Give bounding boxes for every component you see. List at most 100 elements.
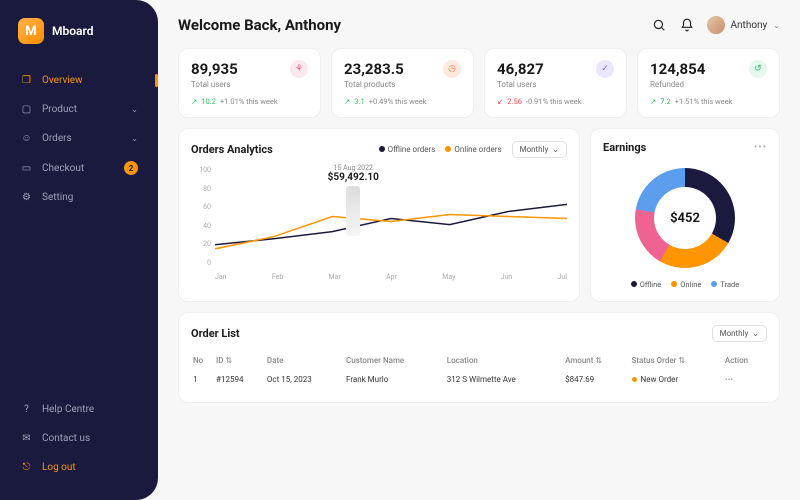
cell-date: Oct 15, 2023 (265, 369, 344, 390)
col-action[interactable]: Action (723, 352, 767, 369)
legend-online: Online orders (445, 145, 501, 154)
stat-label: Total users (191, 80, 238, 89)
sidebar-item-label: Help Centre (42, 404, 94, 415)
earnings-title: Earnings (603, 141, 646, 154)
trend-up-icon: ↗ (344, 97, 350, 106)
sidebar-item-logout[interactable]: ⎋ Log out (8, 453, 150, 482)
col-date[interactable]: Date (265, 352, 344, 369)
users-icon: ⚘ (290, 60, 308, 78)
charts-row: Orders Analytics Offline orders Online o… (178, 128, 780, 302)
user-menu[interactable]: Anthony ⌄ (707, 16, 781, 34)
box-icon: ▢ (20, 103, 33, 116)
trend-up-icon: ↗ (191, 97, 197, 106)
trend-text: -0.91% this week (526, 97, 582, 106)
sidebar-item-label: Checkout (42, 163, 84, 174)
chevron-down-icon: ⌄ (752, 329, 759, 338)
col-no[interactable]: No (191, 352, 214, 369)
sidebar-nav: ❒ Overview ▢ Product ⌄ ☺ Orders ⌄ ▭ Chec… (0, 66, 158, 395)
col-status[interactable]: Status Order ⇅ (630, 352, 723, 369)
sidebar-item-checkout[interactable]: ▭ Checkout 2 (8, 153, 150, 183)
page-title: Welcome Back, Anthony (178, 16, 341, 34)
help-icon: ? (20, 403, 33, 416)
donut-legend: Offline Online Trade (631, 280, 739, 289)
col-location[interactable]: Location (445, 352, 563, 369)
trend-text: +1.01% this week (220, 97, 278, 106)
stat-value: 89,935 (191, 60, 238, 78)
stat-card-users[interactable]: 89,935 Total users ⚘ ↗ 10.2 +1.01% this … (178, 48, 321, 118)
chart-icon: ❒ (20, 74, 33, 87)
trend-value: 3.1 (354, 97, 364, 106)
sidebar-bottom: ? Help Centre ✉ Contact us ⎋ Log out (0, 395, 158, 482)
chart-legend: Offline orders Online orders Monthly⌄ (379, 141, 567, 158)
line-chart[interactable]: 15 Aug 2022 $59,492.10 (215, 166, 567, 267)
sidebar-item-label: Log out (42, 462, 76, 473)
donut-chart[interactable]: $452 (635, 168, 735, 268)
stat-value: 46,827 (497, 60, 544, 78)
legend-offline: Offline orders (379, 145, 436, 154)
tooltip-value: $59,492.10 (328, 172, 379, 183)
more-icon[interactable]: ••• (754, 142, 767, 153)
brand-logo[interactable]: M Mboard (0, 18, 158, 66)
table-header-row: No ID ⇅ Date Customer Name Location Amou… (191, 352, 767, 369)
order-period-dropdown[interactable]: Monthly⌄ (712, 325, 767, 342)
trend-value: 2.56 (507, 97, 522, 106)
bell-icon[interactable] (679, 17, 695, 33)
sidebar-item-orders[interactable]: ☺ Orders ⌄ (8, 124, 150, 153)
sidebar-item-setting[interactable]: ⚙ Setting (8, 183, 150, 212)
chart-tooltip: 15 Aug 2022 $59,492.10 (328, 164, 379, 236)
stat-value: 124,854 (650, 60, 705, 78)
x-axis: JanFebMarAprMayJunJul (215, 273, 567, 281)
y-axis: 100806040200 (191, 166, 211, 267)
table-row[interactable]: 1 #12594 Oct 15, 2023 Frank Murlo 312 S … (191, 369, 767, 390)
products-icon: ◷ (443, 60, 461, 78)
stats-grid: 89,935 Total users ⚘ ↗ 10.2 +1.01% this … (178, 48, 780, 118)
chevron-down-icon: ⌄ (131, 105, 138, 114)
stat-label: Total users (497, 80, 544, 89)
gear-icon: ⚙ (20, 191, 33, 204)
cell-status: New Order (630, 369, 723, 390)
cell-action[interactable]: ••• (723, 369, 767, 390)
topbar-actions: Anthony ⌄ (651, 16, 781, 34)
sidebar-item-product[interactable]: ▢ Product ⌄ (8, 95, 150, 124)
trend-down-icon: ↙ (497, 97, 503, 106)
avatar (707, 16, 725, 34)
stat-value: 23,283.5 (344, 60, 404, 78)
orders-analytics-card: Orders Analytics Offline orders Online o… (178, 128, 580, 302)
sidebar-item-overview[interactable]: ❒ Overview (8, 66, 150, 95)
order-list-title: Order List (191, 327, 240, 340)
search-icon[interactable] (651, 17, 667, 33)
col-amount[interactable]: Amount ⇅ (563, 352, 629, 369)
stat-card-products[interactable]: 23,283.5 Total products ◷ ↗ 3.1 +0.49% t… (331, 48, 474, 118)
chevron-down-icon: ⌄ (131, 134, 138, 143)
order-list-card: Order List Monthly⌄ No ID ⇅ Date Custome… (178, 312, 780, 403)
stat-label: Total products (344, 80, 404, 89)
trend-text: +0.49% this week (369, 97, 427, 106)
trend-text: +1.51% this week (675, 97, 733, 106)
chevron-down-icon: ⌄ (552, 145, 559, 154)
chevron-down-icon: ⌄ (773, 21, 780, 30)
logout-icon: ⎋ (20, 461, 33, 474)
sidebar-item-contact[interactable]: ✉ Contact us (8, 424, 150, 453)
trend-up-icon: ↗ (650, 97, 656, 106)
stat-card-refunded[interactable]: 124,854 Refunded ↺ ↗ 7.2 +1.51% this wee… (637, 48, 780, 118)
earnings-card: Earnings ••• $452 Offline Online Trade (590, 128, 780, 302)
sidebar-item-label: Overview (42, 75, 83, 86)
col-customer[interactable]: Customer Name (344, 352, 445, 369)
topbar: Welcome Back, Anthony Anthony ⌄ (178, 16, 780, 34)
tooltip-date: 15 Aug 2022 (328, 164, 379, 172)
cell-id: #12594 (214, 369, 265, 390)
check-icon: ✓ (596, 60, 614, 78)
stat-card-users2[interactable]: 46,827 Total users ✓ ↙ 2.56 -0.91% this … (484, 48, 627, 118)
logo-badge: M (18, 18, 44, 44)
username: Anthony (731, 20, 768, 31)
sort-icon: ⇅ (678, 356, 685, 365)
user-icon: ☺ (20, 132, 33, 145)
cell-no: 1 (191, 369, 214, 390)
sidebar-item-help[interactable]: ? Help Centre (8, 395, 150, 424)
period-dropdown[interactable]: Monthly⌄ (512, 141, 567, 158)
status-dot-icon (632, 377, 637, 382)
stat-label: Refunded (650, 80, 705, 89)
donut-center: $452 (654, 187, 716, 249)
col-id[interactable]: ID ⇅ (214, 352, 265, 369)
cell-location: 312 S Wilmette Ave (445, 369, 563, 390)
